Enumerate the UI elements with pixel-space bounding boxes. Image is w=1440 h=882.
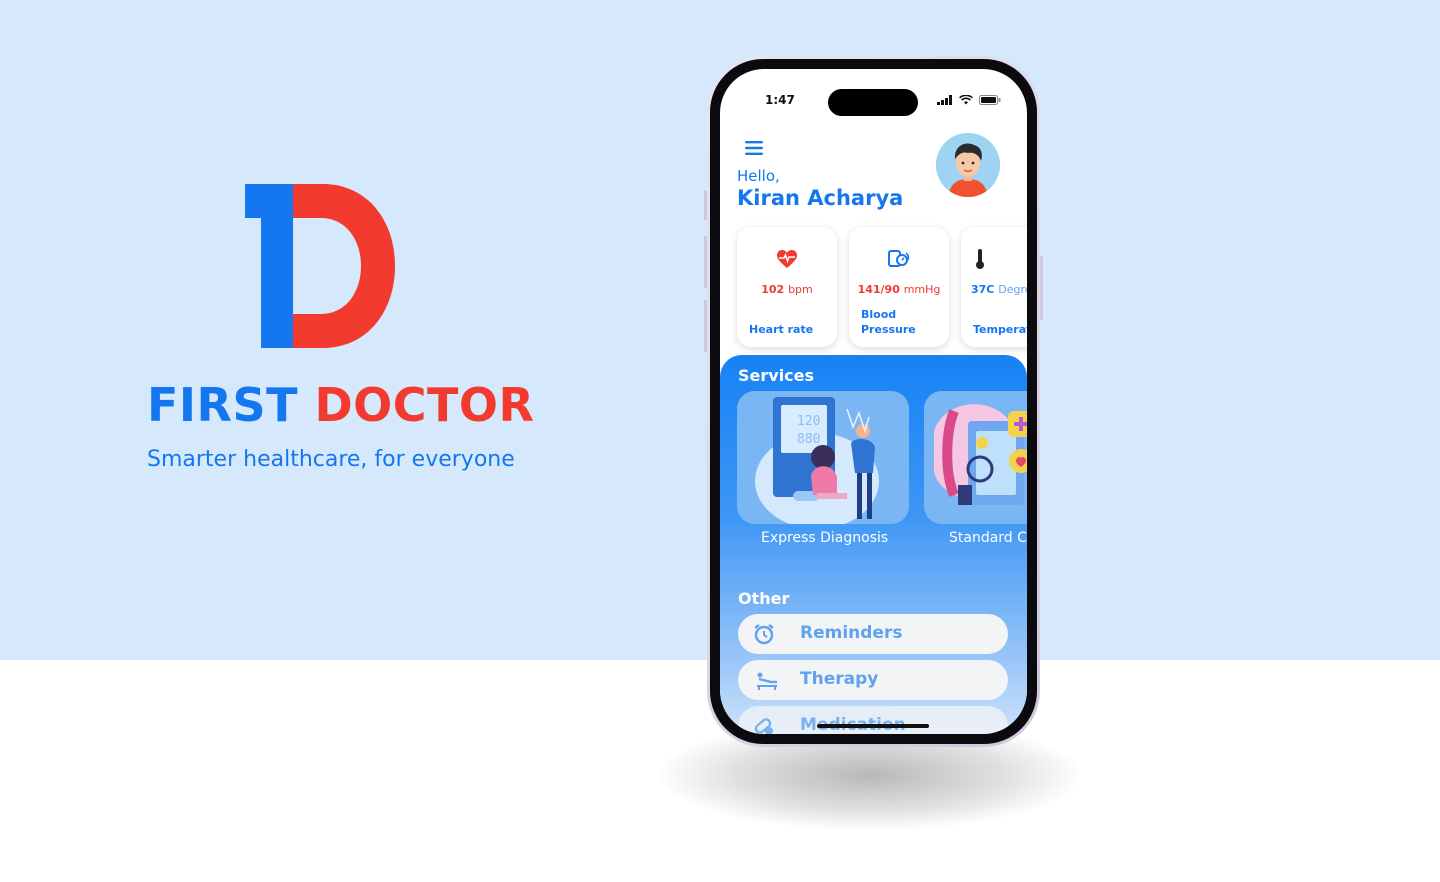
phone-bezel: 1:47 Hello, Kiran Acharya 102 bpm Heart … <box>710 59 1037 744</box>
other-item-medication[interactable]: Medication <box>738 706 1008 734</box>
status-time: 1:47 <box>765 93 795 107</box>
service-label-express-diagnosis: Express Diagnosis <box>761 530 889 546</box>
home-indicator[interactable] <box>817 724 929 728</box>
other-item-therapy[interactable]: Therapy <box>738 660 1008 700</box>
blood-pressure-icon <box>888 250 910 267</box>
avatar[interactable] <box>936 133 1000 197</box>
thermometer-icon <box>976 249 984 269</box>
blood-pressure-label: Blood Pressure <box>861 308 916 336</box>
blood-pressure-unit: mmHg <box>903 283 941 296</box>
app-screen: 1:47 Hello, Kiran Acharya 102 bpm Heart … <box>720 69 1027 734</box>
service-label-standard-care: Standard Care <box>949 530 1027 546</box>
phone-mute-switch <box>704 190 707 220</box>
brand-title-second: DOCTOR <box>314 378 535 432</box>
wifi-icon <box>959 95 973 105</box>
vital-card-heart-rate[interactable]: 102 bpm Heart rate <box>737 227 837 347</box>
blood-pressure-value: 141/90 <box>857 283 900 296</box>
dynamic-island <box>828 89 918 116</box>
phone-volume-up <box>704 236 707 288</box>
service-card-express-diagnosis[interactable]: 120 880 <box>737 391 909 524</box>
therapy-label: Therapy <box>800 669 879 689</box>
medication-icon <box>754 718 773 734</box>
heart-rate-value: 102 <box>761 283 785 296</box>
user-name: Kiran Acharya <box>737 186 904 210</box>
brand-tagline: Smarter healthcare, for everyone <box>147 447 515 472</box>
vital-card-temperature[interactable]: 37C Degree Temperature <box>961 227 1027 347</box>
heart-rate-label: Heart rate <box>749 323 814 336</box>
therapy-icon <box>757 672 777 690</box>
temperature-label: Temperature <box>973 323 1027 336</box>
vital-value: 37C Degree <box>971 283 1027 296</box>
menu-icon[interactable] <box>745 141 763 155</box>
svg-text:120: 120 <box>797 414 820 429</box>
avatar-illustration <box>936 133 1000 197</box>
vital-value: 102 bpm <box>737 283 837 296</box>
heart-rate-unit: bpm <box>788 283 813 296</box>
other-item-reminders[interactable]: Reminders <box>738 614 1008 654</box>
standard-care-illustration <box>924 391 1027 524</box>
battery-icon <box>979 95 1001 105</box>
vital-value: 141/90 mmHg <box>849 283 949 296</box>
alarm-clock-icon <box>754 624 774 645</box>
other-title: Other <box>738 589 790 608</box>
reminders-label: Reminders <box>800 623 903 643</box>
greeting-text: Hello, <box>737 167 780 185</box>
svg-text:880: 880 <box>797 432 820 447</box>
services-title: Services <box>738 366 815 385</box>
brand-title: FIRST DOCTOR <box>147 378 534 432</box>
temperature-value: 37C <box>971 283 995 296</box>
phone-mockup: 1:47 Hello, Kiran Acharya 102 bpm Heart … <box>707 56 1040 747</box>
status-icons <box>937 95 1001 105</box>
brand-title-first: FIRST <box>147 378 298 432</box>
brand-logo-icon <box>245 184 395 348</box>
vitals-row: 102 bpm Heart rate 141/90 mmHg Blood Pre… <box>737 227 1027 347</box>
phone-power-button <box>1040 256 1043 320</box>
phone-volume-down <box>704 300 707 352</box>
heart-rate-icon <box>777 250 797 268</box>
vital-card-blood-pressure[interactable]: 141/90 mmHg Blood Pressure <box>849 227 949 347</box>
diagnosis-illustration: 120 880 <box>737 391 909 524</box>
services-panel: Services 120 880 Express Diagnosis Stand… <box>720 355 1027 734</box>
signal-icon <box>937 95 952 105</box>
service-card-standard-care[interactable] <box>924 391 1027 524</box>
temperature-unit: Degree <box>998 283 1027 296</box>
